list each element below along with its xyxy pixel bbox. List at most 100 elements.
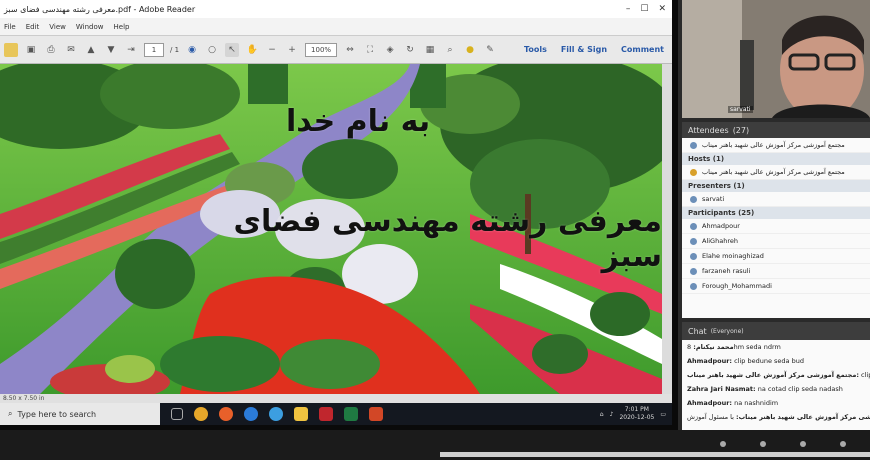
clock-date: 2020-12-05 xyxy=(619,414,655,421)
group-label: Presenters xyxy=(688,182,731,190)
prev-page-icon[interactable]: ▲ xyxy=(84,43,98,57)
firefox-icon[interactable] xyxy=(219,407,233,421)
find-icon[interactable]: ⌕ xyxy=(443,43,457,57)
comment-bubble-icon[interactable]: ● xyxy=(463,43,477,57)
adobe-reader-icon[interactable] xyxy=(319,407,333,421)
chat-header[interactable]: Chat (Everyone) xyxy=(682,322,870,340)
fit-icon[interactable]: ⇥ xyxy=(124,43,138,57)
windows-taskbar: ⌕ Type here to search ⌂ ♪ 7:01 PM 2020-1… xyxy=(0,403,672,425)
highlight-icon[interactable]: ✎ xyxy=(483,43,497,57)
zoom-out-icon[interactable]: − xyxy=(265,43,279,57)
menu-help[interactable]: Help xyxy=(114,23,130,31)
reader-toolbar: ▣ ⎙ ✉ ▲ ▼ ⇥ 1 / 1 ◉ ○ ↖ ✋ − + 100% ⇔ ⛶ ◈… xyxy=(0,36,672,64)
person-icon xyxy=(690,141,697,149)
chat-input-bar[interactable] xyxy=(440,452,870,457)
fill-sign-link[interactable]: Fill & Sign xyxy=(561,45,607,54)
attendee-name: sarvati xyxy=(702,195,725,203)
meeting-bottom-bar xyxy=(0,430,870,460)
notification-icon[interactable]: ▭ xyxy=(660,411,666,418)
attendees-header[interactable]: Attendees (27) xyxy=(682,122,870,138)
attendee-top-item[interactable]: مجتمع آموزشی مرکز آموزش عالی شهید باهنر … xyxy=(682,138,870,153)
taskbar-search[interactable]: ⌕ Type here to search xyxy=(0,403,160,425)
chat-message: مجتمع آموزشی مرکز آموزش عالی شهید باهنر … xyxy=(682,368,870,382)
excel-icon[interactable] xyxy=(344,407,358,421)
comment-link[interactable]: Comment xyxy=(621,45,664,54)
chrome-icon[interactable] xyxy=(194,407,208,421)
control-dot-icon[interactable] xyxy=(800,441,806,447)
ie-icon[interactable] xyxy=(269,407,283,421)
page-size-text: 8.50 x 7.50 in xyxy=(3,395,45,402)
network-icon[interactable]: ⌂ xyxy=(600,411,604,418)
vertical-scrollbar[interactable] xyxy=(662,64,672,394)
presenters-group[interactable]: Presenters (1) xyxy=(682,180,870,192)
read-mode-icon[interactable]: ◈ xyxy=(383,43,397,57)
chat-text: na cotad clip seda nadash xyxy=(757,385,843,393)
participant-item[interactable]: farzaneh rasuli xyxy=(682,264,870,279)
host-item[interactable]: مجتمع آموزشی مرکز آموزش عالی شهید باهنر … xyxy=(682,165,870,180)
email-icon[interactable]: ✉ xyxy=(64,43,78,57)
cursor-icon[interactable]: ↖ xyxy=(225,42,240,57)
open-icon[interactable] xyxy=(4,42,18,57)
menu-edit[interactable]: Edit xyxy=(26,23,40,31)
chat-message: Ahmadpour: clip bedune seda bud xyxy=(682,354,870,368)
menu-file[interactable]: File xyxy=(4,23,16,31)
slide-title: به نام خدا xyxy=(286,104,431,139)
control-dot-icon[interactable] xyxy=(720,441,726,447)
system-tray: ⌂ ♪ 7:01 PM 2020-12-05 ▭ xyxy=(600,406,672,422)
volume-icon[interactable]: ♪ xyxy=(610,411,614,418)
document-page: به نام خدا معرفی رشته مهندسی فضای سبز xyxy=(0,64,662,394)
clock-time: 7:01 PM xyxy=(624,406,649,413)
chat-sender: Ahmadpour: xyxy=(687,399,733,407)
page-total: / 1 xyxy=(170,45,180,54)
pan-icon[interactable]: ✋ xyxy=(245,43,259,57)
participant-item[interactable]: Elahe moinaghizad xyxy=(682,249,870,264)
attendees-count: (27) xyxy=(732,125,750,135)
fit-width-icon[interactable]: ⇔ xyxy=(343,43,357,57)
clock[interactable]: 7:01 PM 2020-12-05 xyxy=(619,406,654,422)
participant-item[interactable]: AliGhahreh xyxy=(682,234,870,249)
group-count: (25) xyxy=(738,209,755,217)
snapshot-icon[interactable]: ▦ xyxy=(423,43,437,57)
print-icon[interactable]: ⎙ xyxy=(44,43,58,57)
fit-page-icon[interactable]: ⛶ xyxy=(363,43,377,57)
menu-window[interactable]: Window xyxy=(76,23,104,31)
group-count: (1) xyxy=(712,155,725,163)
group-label: Participants xyxy=(688,209,736,217)
close-icon[interactable]: ✕ xyxy=(658,4,666,14)
chat-sender: Ahmadpour: xyxy=(687,357,733,365)
tools-link[interactable]: Tools xyxy=(524,45,547,54)
edge-icon[interactable] xyxy=(244,407,258,421)
task-view-icon[interactable] xyxy=(171,408,183,420)
participant-item[interactable]: Forough_Mohammadi xyxy=(682,279,870,294)
page-number-input[interactable]: 1 xyxy=(144,42,164,57)
save-icon[interactable]: ▣ xyxy=(24,43,38,57)
hosts-group[interactable]: Hosts (1) xyxy=(682,153,870,165)
rotate-icon[interactable]: ↻ xyxy=(403,43,417,57)
participant-item[interactable]: Ahmadpour xyxy=(682,219,870,234)
chat-panel: Chat (Everyone) محمد نیکنام: 8hm seda nd… xyxy=(682,322,870,430)
control-dot-icon[interactable] xyxy=(840,441,846,447)
control-dot-icon[interactable] xyxy=(760,441,766,447)
zoom-select[interactable]: 100% xyxy=(305,42,338,57)
attendee-name: مجتمع آموزشی مرکز آموزش عالی شهید باهنر … xyxy=(702,141,845,149)
participants-group[interactable]: Participants (25) xyxy=(682,207,870,219)
zoom-in-icon[interactable]: + xyxy=(285,43,299,57)
powerpoint-icon[interactable] xyxy=(369,407,383,421)
file-explorer-icon[interactable] xyxy=(294,407,308,421)
maximize-icon[interactable]: ☐ xyxy=(640,4,648,14)
person-icon xyxy=(690,252,697,260)
minimize-icon[interactable]: – xyxy=(626,4,631,14)
select-icon[interactable]: ◉ xyxy=(185,43,199,57)
person-icon xyxy=(690,267,697,275)
chat-message: محمد نیکنام: 8hm seda ndrm xyxy=(682,340,870,354)
host-icon xyxy=(690,168,697,176)
attendees-title: Attendees xyxy=(688,125,729,135)
hand-icon[interactable]: ○ xyxy=(205,43,219,57)
next-page-icon[interactable]: ▼ xyxy=(104,43,118,57)
attendee-name: farzaneh rasuli xyxy=(702,267,751,275)
webcam-video xyxy=(682,0,870,118)
menu-view[interactable]: View xyxy=(49,23,66,31)
reader-titlebar: معرفی رشته مهندسی فضای سبز.pdf - Adobe R… xyxy=(0,0,672,18)
presenter-item[interactable]: sarvati xyxy=(682,192,870,207)
chat-sender: Zahra Jari Nasmat: xyxy=(687,385,756,393)
